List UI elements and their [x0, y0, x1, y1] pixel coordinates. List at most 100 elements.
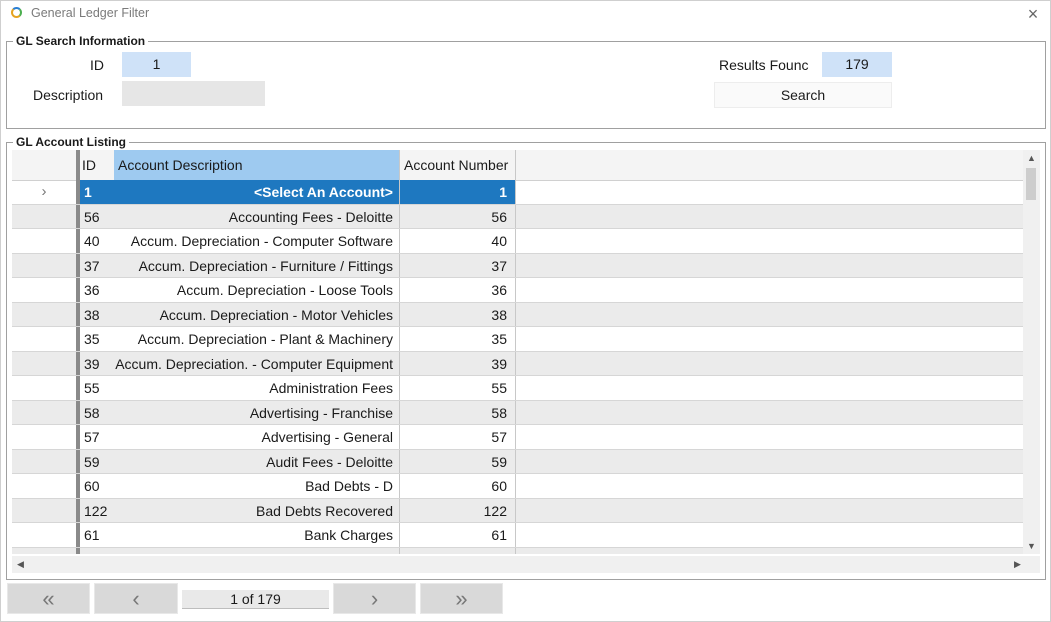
row-selector[interactable] — [12, 499, 76, 523]
cell-account-description: Accounting Fees - Deloitte — [114, 204, 400, 228]
cell-id: 36 — [76, 278, 114, 302]
cell-account-number: 37 — [400, 253, 516, 277]
cell-account-number: 55 — [400, 376, 516, 400]
scroll-up-icon[interactable]: ▲ — [1023, 153, 1040, 163]
cell-account-description: Advertising - Franchise — [114, 400, 400, 424]
page-indicator: 1 of 179 — [182, 590, 329, 609]
cell-account-description: Audit Fees - Deloitte — [114, 449, 400, 473]
table-row[interactable]: 60 Bad Debts - D 60 — [12, 474, 1023, 499]
table-row[interactable]: 122 Bad Debts Recovered 122 — [12, 498, 1023, 523]
row-selector[interactable] — [12, 523, 76, 547]
close-icon[interactable]: × — [1022, 3, 1044, 25]
row-selector[interactable] — [12, 303, 76, 327]
cell-id: 122 — [76, 498, 114, 522]
cell-id: 40 — [76, 229, 114, 253]
table-row[interactable]: 39 Accum. Depreciation. - Computer Equipm… — [12, 351, 1023, 376]
scroll-left-icon[interactable]: ◀ — [12, 559, 29, 570]
previous-page-button[interactable]: ‹ — [94, 583, 178, 614]
id-label: ID — [90, 57, 104, 73]
app-logo-icon — [11, 7, 22, 18]
cell-id: 39 — [76, 351, 114, 375]
table-row[interactable]: 56 Accounting Fees - Deloitte 56 — [12, 204, 1023, 229]
cell-account-number: 60 — [400, 474, 516, 498]
cell-account-number: 122 — [400, 498, 516, 522]
row-selector-chevron-icon[interactable]: › — [12, 180, 76, 204]
column-header-id[interactable]: ID — [76, 150, 114, 180]
cell-account-description: Bad Debts - D — [114, 474, 400, 498]
grid-header: ID Account Description Account Number — [12, 150, 1023, 181]
row-selector[interactable] — [12, 229, 76, 253]
table-row[interactable]: 40 Accum. Depreciation - Computer Softwar… — [12, 229, 1023, 254]
table-row[interactable]: 55 Administration Fees 55 — [12, 376, 1023, 401]
table-row[interactable]: › 1 <Select An Account> 1 — [12, 180, 1023, 205]
vertical-scroll-thumb[interactable] — [1026, 168, 1036, 200]
cell-account-description: Bank Charges — [114, 523, 400, 547]
cell-account-description: Accum. Depreciation - Loose Tools — [114, 278, 400, 302]
table-row[interactable]: 36 Accum. Depreciation - Loose Tools 36 — [12, 278, 1023, 303]
column-header-account-description[interactable]: Account Description — [114, 150, 400, 180]
cell-account-number: 57 — [400, 425, 516, 449]
description-label: Description — [33, 87, 104, 103]
cell-account-description: <Select An Account> — [114, 180, 400, 204]
row-selector[interactable] — [12, 278, 76, 302]
search-button[interactable]: Search — [714, 82, 892, 108]
cell-id: 57 — [76, 425, 114, 449]
row-selector[interactable] — [12, 548, 76, 555]
title-bar: General Ledger Filter × — [1, 1, 1050, 27]
horizontal-scrollbar[interactable]: ◀ ▶ — [12, 556, 1040, 573]
row-selector[interactable] — [12, 450, 76, 474]
description-input[interactable] — [122, 81, 265, 106]
gl-account-grid: ID Account Description Account Number › 1… — [12, 150, 1023, 554]
scroll-down-icon[interactable]: ▼ — [1023, 541, 1040, 551]
cell-id: 61 — [76, 523, 114, 547]
gl-account-listing-legend: GL Account Listing — [13, 135, 129, 149]
cell-account-description: Accum. Depreciation. - Computer Equipmen… — [114, 351, 400, 375]
cell-account-description: Administration Fees — [114, 376, 400, 400]
table-row[interactable]: 37 Accum. Depreciation - Furniture / Fitt… — [12, 253, 1023, 278]
row-selector[interactable] — [12, 425, 76, 449]
table-row[interactable]: 58 Advertising - Franchise 58 — [12, 400, 1023, 425]
row-selector[interactable] — [12, 352, 76, 376]
cell-id: 35 — [76, 327, 114, 351]
column-header-account-number[interactable]: Account Number — [400, 150, 516, 180]
row-selector[interactable] — [12, 474, 76, 498]
gl-search-information-legend: GL Search Information — [13, 34, 149, 48]
table-row[interactable]: 35 Accum. Depreciation - Plant & Machiner… — [12, 327, 1023, 352]
first-page-button[interactable]: « — [7, 583, 90, 614]
table-row[interactable]: 59 Audit Fees - Deloitte 59 — [12, 449, 1023, 474]
cell-id: 140 — [76, 547, 114, 554]
cell-account-number: 40 — [400, 229, 516, 253]
row-selector[interactable] — [12, 401, 76, 425]
last-page-button[interactable]: » — [420, 583, 503, 614]
cell-id: 1 — [76, 180, 114, 204]
cell-account-number: 61 — [400, 523, 516, 547]
chevron-left-icon: ‹ — [132, 586, 140, 611]
window-title: General Ledger Filter — [31, 6, 150, 20]
cell-id: 60 — [76, 474, 114, 498]
cell-account-description: Accum. Depreciation - Motor Vehicles — [114, 302, 400, 326]
table-row[interactable]: 140Bank Charges140 — [12, 547, 1023, 555]
table-row[interactable]: 61 Bank Charges 61 — [12, 523, 1023, 548]
row-selector[interactable] — [12, 254, 76, 278]
cell-account-description: Accum. Depreciation - Plant & Machinery — [114, 327, 400, 351]
double-chevron-right-icon: » — [455, 586, 468, 611]
cell-account-number: 1 — [400, 180, 516, 204]
cell-account-description: Advertising - General — [114, 425, 400, 449]
cell-account-number: 140 — [400, 547, 516, 554]
row-selector[interactable] — [12, 327, 76, 351]
id-input[interactable]: 1 — [122, 52, 191, 77]
cell-id: 37 — [76, 253, 114, 277]
table-row[interactable]: 57 Advertising - General 57 — [12, 425, 1023, 450]
cell-account-description: Accum. Depreciation - Computer Software — [114, 229, 400, 253]
cell-account-number: 56 — [400, 204, 516, 228]
row-selector[interactable] — [12, 376, 76, 400]
cell-id: 55 — [76, 376, 114, 400]
next-page-button[interactable]: › — [333, 583, 416, 614]
table-row[interactable]: 38 Accum. Depreciation - Motor Vehicles 38 — [12, 302, 1023, 327]
vertical-scrollbar[interactable]: ▲ ▼ — [1023, 150, 1040, 554]
cell-id: 56 — [76, 204, 114, 228]
row-selector[interactable] — [12, 205, 76, 229]
scroll-right-icon[interactable]: ▶ — [1009, 559, 1026, 570]
cell-id: 58 — [76, 400, 114, 424]
cell-account-number: 36 — [400, 278, 516, 302]
